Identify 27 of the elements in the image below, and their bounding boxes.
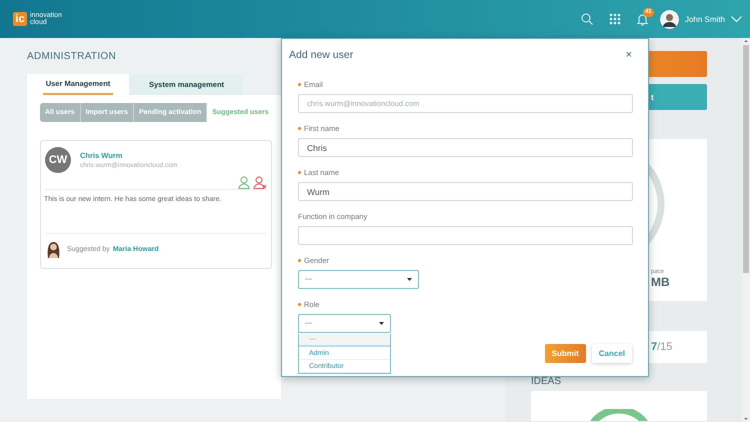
input-field[interactable]: Wurm bbox=[298, 182, 633, 201]
initials-avatar: CW bbox=[45, 147, 71, 173]
cancel-button[interactable]: Cancel bbox=[592, 344, 632, 363]
dialog-title: Add new user bbox=[289, 49, 354, 61]
section-title: IDEAS bbox=[531, 376, 562, 388]
user-name[interactable]: John Smith bbox=[684, 14, 725, 24]
caret-icon bbox=[379, 322, 384, 325]
scrollbar-thumb[interactable] bbox=[743, 45, 749, 273]
bell-icon[interactable] bbox=[636, 12, 648, 26]
idea-count: 7/15 bbox=[651, 341, 672, 353]
storage-value: MB bbox=[651, 275, 671, 289]
ideas-ring bbox=[589, 409, 649, 421]
page-title: ADMINISTRATION bbox=[27, 51, 116, 62]
input-field[interactable]: Chris bbox=[298, 138, 633, 157]
suggester-avatar bbox=[45, 240, 62, 259]
submit-button[interactable]: Submit bbox=[544, 344, 586, 363]
logo-mark[interactable]: ic bbox=[13, 12, 27, 26]
chevron-down-icon[interactable] bbox=[731, 16, 742, 22]
search-icon[interactable] bbox=[580, 13, 593, 25]
apps-grid-icon[interactable] bbox=[608, 13, 621, 25]
close-button[interactable]: × bbox=[626, 49, 632, 61]
approve-user-icon[interactable] bbox=[238, 176, 250, 189]
user-avatar[interactable] bbox=[660, 10, 679, 28]
input-field[interactable] bbox=[298, 226, 633, 245]
scroll-down-icon[interactable] bbox=[742, 416, 750, 422]
reject-user-icon[interactable] bbox=[253, 176, 267, 189]
caret-icon bbox=[407, 278, 412, 281]
